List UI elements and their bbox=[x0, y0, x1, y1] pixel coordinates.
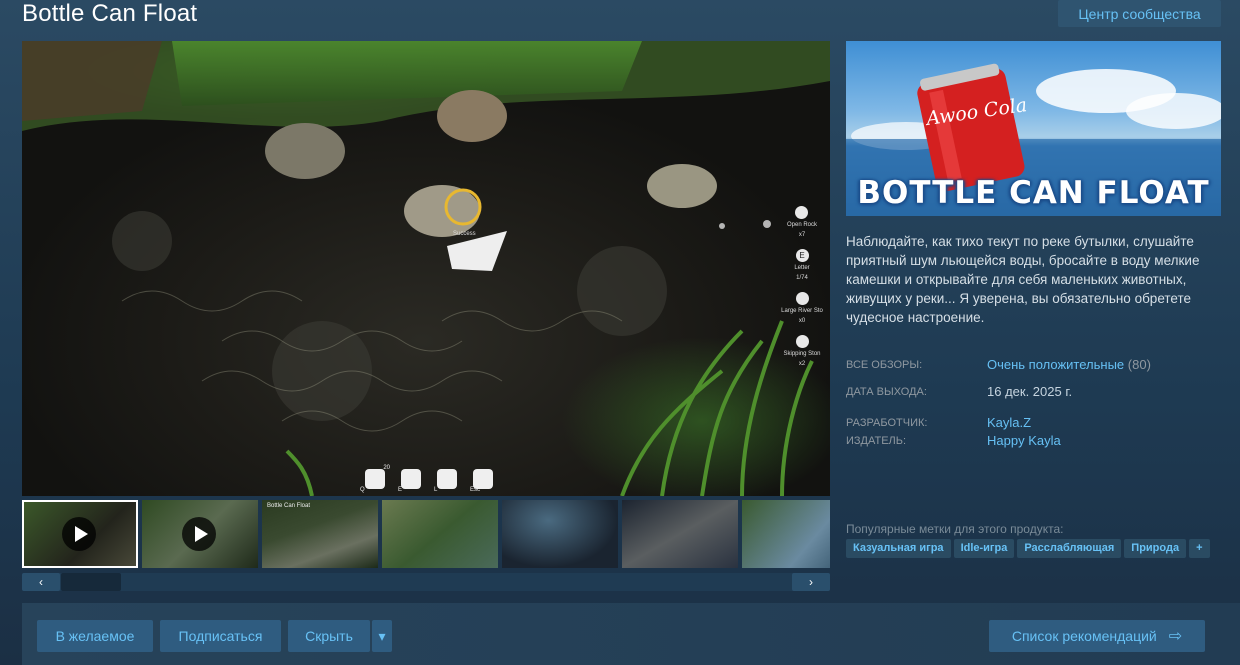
tag-relaxing[interactable]: Расслабляющая bbox=[1017, 539, 1122, 558]
wrench-icon bbox=[473, 469, 493, 489]
large-river-stone-icon bbox=[795, 292, 809, 305]
play-icon bbox=[182, 517, 216, 551]
slot-count: 20 bbox=[383, 465, 390, 471]
game-title: Bottle Can Float bbox=[22, 0, 198, 27]
reviews-label: ВСЕ ОБЗОРЫ: bbox=[846, 359, 923, 371]
scrollbar-handle[interactable] bbox=[61, 573, 121, 591]
hud-letter: E Letter 1/74 bbox=[794, 249, 810, 282]
hud-slot-stones: 20 Q bbox=[360, 465, 390, 493]
hud-open-rock: Open Rock x7 bbox=[787, 206, 817, 239]
thumbnail-video-2[interactable] bbox=[142, 500, 258, 568]
release-date-value: 16 дек. 2025 г. bbox=[987, 384, 1073, 399]
hud-collectibles: Open Rock x7 E Letter 1/74 Large River S… bbox=[781, 206, 823, 368]
tag-nature[interactable]: Природа bbox=[1124, 539, 1187, 558]
thumbnail-strip: Bottle Can Float bbox=[22, 500, 830, 568]
notes-icon bbox=[437, 469, 457, 489]
wishlist-button[interactable]: В желаемое bbox=[37, 620, 153, 652]
ignore-options-dropdown[interactable]: ▾ bbox=[372, 620, 392, 652]
chevron-right-icon: › bbox=[809, 575, 813, 589]
hud-count: x2 bbox=[798, 361, 806, 367]
hud-hotbar: 20 Q E L Esc bbox=[360, 465, 498, 493]
publisher-label: ИЗДАТЕЛЬ: bbox=[846, 435, 907, 447]
thumbnail-image-3[interactable] bbox=[502, 500, 618, 568]
chevron-down-icon: ▾ bbox=[378, 627, 386, 644]
hud-label: Letter bbox=[794, 265, 810, 271]
developer-link[interactable]: Kayla.Z bbox=[987, 415, 1031, 430]
hud-skipping-stone: Skipping Ston x2 bbox=[783, 335, 821, 368]
thumbnail-image-5[interactable] bbox=[742, 500, 830, 568]
capsule-title: BOTTLE CAN FLOAT bbox=[857, 175, 1210, 211]
release-date-label: ДАТА ВЫХОДА: bbox=[846, 386, 927, 398]
publisher-link[interactable]: Happy Kayla bbox=[987, 433, 1061, 448]
reviews-value[interactable]: Очень положительные bbox=[987, 357, 1124, 372]
chevron-left-icon: ‹ bbox=[39, 575, 43, 589]
hud-slot-notes: L bbox=[432, 465, 462, 493]
game-description: Наблюдайте, как тихо текут по реке бутыл… bbox=[846, 234, 1200, 325]
thumbnail-scrollbar[interactable]: ‹ › bbox=[22, 573, 830, 591]
discovery-queue-button[interactable]: Список рекомендаций ⇨ bbox=[989, 620, 1205, 652]
hud-label: Open Rock bbox=[786, 222, 817, 228]
thumbnail-caption: Bottle Can Float bbox=[267, 503, 311, 509]
stones-icon bbox=[365, 469, 385, 489]
slot-key: Q bbox=[360, 487, 365, 493]
tag-idle[interactable]: Idle-игра bbox=[953, 539, 1015, 558]
bag-icon bbox=[401, 469, 421, 489]
tag-list: Казуальная игра Idle-игра Расслабляющая … bbox=[846, 539, 1210, 558]
open-rock-icon bbox=[795, 206, 809, 219]
hud-count: x0 bbox=[798, 318, 806, 324]
tag-casual[interactable]: Казуальная игра bbox=[846, 539, 951, 558]
slot-key: Esc bbox=[470, 487, 481, 493]
scroll-left-button[interactable]: ‹ bbox=[22, 573, 60, 591]
thumbnail-video-1[interactable] bbox=[22, 500, 138, 568]
hud-label: Large River Sto bbox=[781, 308, 823, 314]
play-icon bbox=[62, 517, 96, 551]
letter-icon: E bbox=[795, 249, 809, 262]
scroll-right-button[interactable]: › bbox=[792, 573, 830, 591]
hud-large-river-stone: Large River Sto x0 bbox=[781, 292, 823, 325]
hud-slot-wrench: Esc bbox=[468, 465, 498, 493]
community-hub-button[interactable]: Центр сообщества bbox=[1058, 0, 1221, 27]
header-capsule-image: Awoo Cola BOTTLE CAN FLOAT bbox=[846, 41, 1221, 216]
slot-key: E bbox=[398, 487, 403, 493]
success-label: Success bbox=[453, 231, 476, 237]
tags-label: Популярные метки для этого продукта: bbox=[846, 522, 1064, 536]
scene-art bbox=[22, 41, 830, 496]
hud-slot-bag: E bbox=[396, 465, 426, 493]
reviews-summary[interactable]: Очень положительные (80) bbox=[987, 357, 1151, 372]
thumbnail-image-4[interactable] bbox=[622, 500, 738, 568]
thumbnail-image-1[interactable]: Bottle Can Float bbox=[262, 500, 378, 568]
tag-more-button[interactable]: + bbox=[1189, 539, 1210, 558]
purchase-action-bar: В желаемое Подписаться Скрыть ▾ Список р… bbox=[22, 603, 1240, 665]
arrow-right-icon: ⇨ bbox=[1168, 628, 1183, 645]
thumbnail-image-2[interactable] bbox=[382, 500, 498, 568]
hud-count: x7 bbox=[798, 232, 806, 238]
hud-count: 1/74 bbox=[796, 275, 808, 281]
developer-label: РАЗРАБОТЧИК: bbox=[846, 417, 928, 429]
skipping-stone-icon bbox=[795, 335, 809, 348]
follow-button[interactable]: Подписаться bbox=[160, 620, 281, 652]
main-screenshot[interactable]: Success Open Rock x7 E Letter 1/74 Large… bbox=[22, 41, 830, 496]
discovery-queue-label: Список рекомендаций bbox=[1011, 628, 1157, 644]
hud-label: Skipping Ston bbox=[783, 351, 821, 357]
reviews-count: (80) bbox=[1127, 357, 1151, 372]
slot-key: L bbox=[434, 487, 438, 493]
ignore-button[interactable]: Скрыть bbox=[288, 620, 370, 652]
